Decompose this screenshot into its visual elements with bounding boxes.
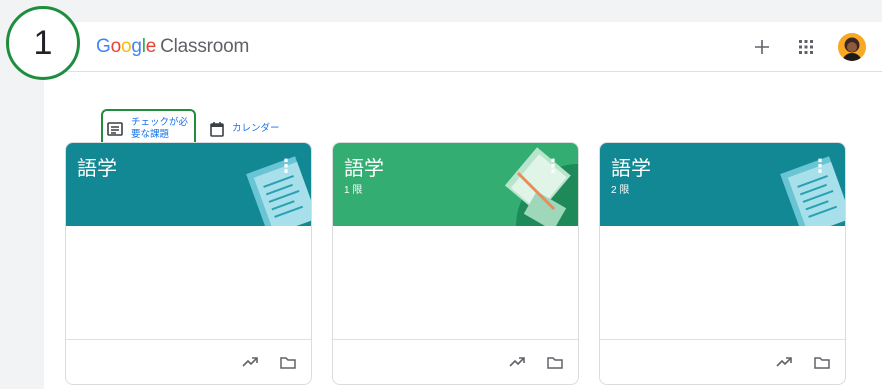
class-card[interactable]: 語学 1 限 ⋮ <box>332 142 579 385</box>
trending-up-icon[interactable] <box>239 351 261 373</box>
todo-list-icon <box>107 122 123 136</box>
class-card-footer <box>66 339 311 384</box>
more-options-icon[interactable]: ⋮ <box>544 157 562 175</box>
apps-grid-icon <box>799 40 813 54</box>
class-card-header[interactable]: 語学 2 限 ⋮ <box>600 143 845 226</box>
google-apps-button[interactable] <box>794 35 818 59</box>
app-logo[interactable]: Google Classroom <box>96 36 249 58</box>
step-number-badge: 1 <box>6 6 80 80</box>
notebook-illustration <box>780 156 845 226</box>
class-title[interactable]: 語学 <box>344 157 384 181</box>
calendar-icon <box>210 122 224 137</box>
todo-label-line-1: チェックが必 <box>131 117 189 128</box>
class-card-header[interactable]: 語学 ⋮ <box>66 143 311 226</box>
class-title[interactable]: 語学 <box>611 157 651 181</box>
class-card-footer <box>333 339 578 384</box>
more-options-icon[interactable]: ⋮ <box>277 157 295 175</box>
class-section: 1 限 <box>344 185 363 196</box>
top-app-bar: Google Classroom <box>44 22 882 72</box>
class-title[interactable]: 語学 <box>77 157 117 181</box>
todo-label: チェックが必 要な課題 <box>131 117 188 141</box>
plus-icon <box>755 40 769 54</box>
notebook-illustration <box>246 156 311 226</box>
class-card-footer <box>600 339 845 384</box>
calendar-label: カレンダー <box>232 123 280 134</box>
account-avatar[interactable] <box>838 33 866 61</box>
class-card-header[interactable]: 語学 1 限 ⋮ <box>333 143 578 226</box>
google-wordmark: Google <box>96 36 157 57</box>
class-section: 2 限 <box>611 185 630 196</box>
header-actions <box>750 31 866 63</box>
folder-icon[interactable] <box>811 351 833 373</box>
trending-up-icon[interactable] <box>506 351 528 373</box>
more-options-icon[interactable]: ⋮ <box>811 157 829 175</box>
trending-up-icon[interactable] <box>773 351 795 373</box>
class-card[interactable]: 語学 ⋮ <box>65 142 312 385</box>
todo-label-line-2: 要な課題 <box>131 129 170 140</box>
product-name: Classroom <box>160 36 250 57</box>
folder-icon[interactable] <box>544 351 566 373</box>
notebook-pencil-illustration <box>504 147 578 226</box>
add-class-button[interactable] <box>750 35 774 59</box>
folder-icon[interactable] <box>277 351 299 373</box>
class-card[interactable]: 語学 2 限 ⋮ <box>599 142 846 385</box>
user-avatar-icon <box>838 33 866 61</box>
